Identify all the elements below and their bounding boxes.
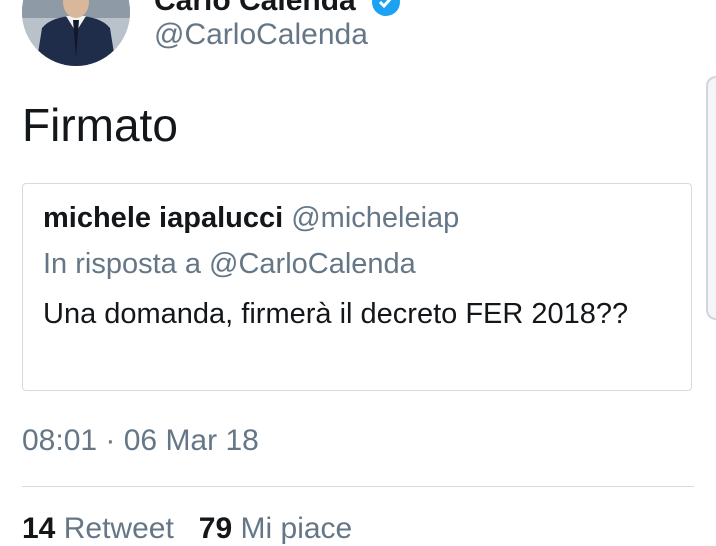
retweets-label: Retweet bbox=[63, 512, 174, 545]
avatar-photo bbox=[22, 0, 130, 66]
quoted-reply-context: In risposta a @CarloCalenda bbox=[43, 248, 416, 280]
quoted-author-handle[interactable]: @micheleiap bbox=[291, 202, 459, 234]
divider bbox=[22, 486, 694, 487]
tweet-text: Firmato bbox=[22, 99, 178, 151]
quoted-tweet-card[interactable]: michele iapalucci @micheleiap In rispost… bbox=[22, 183, 692, 391]
likes-label: Mi piace bbox=[240, 512, 353, 545]
tweet-timestamp: 08:01 · 06 Mar 18 bbox=[22, 424, 259, 457]
quoted-tweet-header: michele iapalucci @micheleiap bbox=[43, 202, 459, 235]
likes-stat[interactable]: 79 Mi piace bbox=[199, 512, 352, 545]
retweets-count: 14 bbox=[22, 512, 56, 545]
author-name[interactable]: Carlo Calenda bbox=[154, 0, 356, 18]
engagement-stats: 14 Retweet 79 Mi piace bbox=[22, 512, 352, 546]
author-handle[interactable]: @CarloCalenda bbox=[154, 18, 368, 52]
quoted-author-name[interactable]: michele iapalucci bbox=[43, 202, 283, 234]
scroll-handle[interactable] bbox=[706, 76, 716, 320]
author-avatar[interactable] bbox=[22, 0, 130, 66]
retweets-stat[interactable]: 14 Retweet bbox=[22, 512, 182, 545]
verified-badge-icon bbox=[372, 0, 400, 16]
likes-count: 79 bbox=[198, 512, 233, 545]
quoted-tweet-text: Una domanda, firmerà il decreto FER 2018… bbox=[43, 298, 629, 330]
